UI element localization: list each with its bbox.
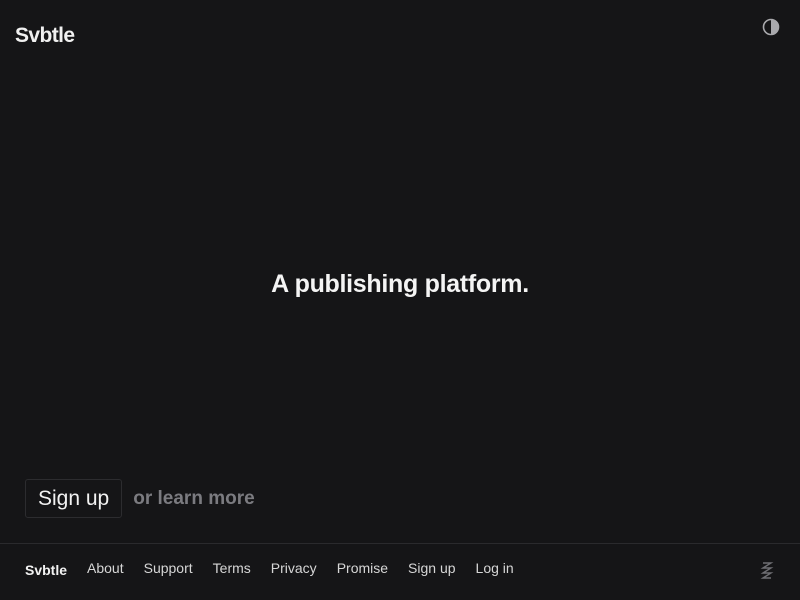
footer-link-login[interactable]: Log in [476, 560, 514, 576]
hero-tagline: A publishing platform. [271, 270, 529, 298]
theme-toggle-button[interactable] [761, 17, 781, 37]
footer-nav: Svbtle About Support Terms Privacy Promi… [25, 560, 534, 578]
footer-link-promise[interactable]: Promise [337, 560, 388, 576]
footer-link-terms[interactable]: Terms [213, 560, 251, 576]
footer-link-about[interactable]: About [87, 560, 124, 576]
footer-link-privacy[interactable]: Privacy [271, 560, 317, 576]
footer-link-signup[interactable]: Sign up [408, 560, 455, 576]
learn-more-link[interactable]: or learn more [133, 488, 254, 510]
cta-group: Sign up or learn more [25, 479, 255, 518]
svbtle-mark-icon [760, 562, 774, 579]
contrast-icon [762, 18, 780, 36]
footer-link-support[interactable]: Support [144, 560, 193, 576]
footer: Svbtle About Support Terms Privacy Promi… [0, 543, 800, 600]
page: Svbtle A publishing platform. Sign up or… [0, 0, 800, 600]
footer-brand-link[interactable]: Svbtle [25, 562, 67, 578]
site-logo[interactable]: Svbtle [15, 24, 75, 48]
signup-button[interactable]: Sign up [25, 479, 123, 518]
